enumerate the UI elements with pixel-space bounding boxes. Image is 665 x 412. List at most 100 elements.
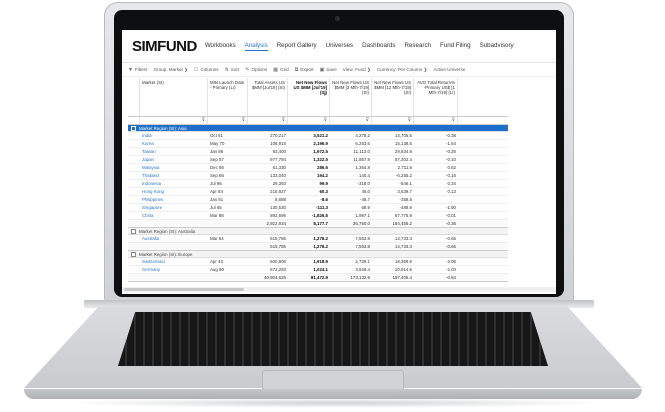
column-header[interactable]: AVG Total Return% -Primary US$ [1 Mth-7/… [414,78,458,116]
collapse-toggle-icon[interactable] [131,125,136,131]
table-cell: 892,696 [270,213,286,218]
toolbar-item[interactable]: ⧉ Export [295,67,314,73]
filter-icon[interactable]: ⊽ [242,117,245,123]
row-spacer [128,140,140,147]
toolbar-item-label: Group: Market ❯ [153,66,188,72]
table-cell: 61,330 [272,165,286,170]
column-header[interactable]: Market (SI) [140,78,208,116]
filter-icon[interactable]: ⊽ [324,117,327,123]
filter-icon[interactable]: ⊽ [282,117,285,123]
nav-item-fund-filing[interactable]: Fund Filing [440,42,471,51]
table-row[interactable]: Hong Kong Apr 84 216,927 60.3 46.0 3,639.7 0.1… [128,188,508,196]
toolbar-item[interactable]: ▦ Grid [273,67,288,73]
toolbar-item[interactable]: ▣ Save [320,67,337,73]
column-filter[interactable]: ⊽ [288,117,330,124]
nav-item-dashboards[interactable]: Dashboards [362,42,395,51]
table-cell: 93,400 [272,149,286,154]
table-cell: Sep 57 [210,157,224,162]
table-row[interactable]: Indonesia Jul 96 29,393 99.9 -318.0 -546.1 0.3… [128,180,508,188]
toolbar-item[interactable]: View: Fund ❯ [343,67,371,73]
table-row[interactable]: Taiwan Jan 86 93,400 1,972.5 11,113.0 29,834.… [128,148,508,156]
group-row[interactable]: Market Region (SI): Europe [128,251,508,258]
filter-icon[interactable]: ⊽ [202,117,205,123]
market-link[interactable]: China [140,212,208,219]
toolbar-item[interactable]: ✎ Options [245,67,267,73]
table-row[interactable]: Thailand Sep 86 133,040 194.2 140.4 -6,255.2 -… [128,172,508,180]
collapse-toggle-icon[interactable] [131,251,136,257]
market-link[interactable]: Indonesia [140,180,208,187]
nav-item-subadvisory[interactable]: Subadvisory [480,42,514,51]
nav-item-universes[interactable]: Universes [326,42,354,51]
toolbar-item[interactable]: Currency: Per Column ❯ [377,67,428,73]
collapse-toggle-icon[interactable] [131,228,136,234]
table-row[interactable]: Korea May 70 108,915 2,196.9 6,253.6 15,138.5… [128,140,508,148]
column-header[interactable]: Net New Flows US $MM [Jul'19] (SI) ▼ [288,78,330,116]
market-link[interactable]: India [140,132,208,139]
nav-item-analysis[interactable]: Analysis [244,42,268,51]
market-link[interactable]: Australia [140,235,208,242]
market-link[interactable]: Singapore [140,204,208,211]
table-cell: -6,255.2 [395,173,412,178]
market-link[interactable]: Taiwan [140,148,208,155]
filter-icon[interactable]: ⊽ [408,117,411,123]
table-row[interactable]: Germany Aug 80 672,293 1,024.1 3,926.4 10,614… [128,266,508,274]
table-cell: 14,705.5 [394,133,412,138]
toolbar-item[interactable]: ⇅ Sort [225,67,240,73]
table-row[interactable]: Philippines Jan 91 8,688 -8.6 -48.7 -358.5 [128,196,508,204]
group-label: Market Region (SI): Australia [139,228,196,234]
column-filter[interactable]: ⊽ [208,117,248,124]
column-filter[interactable]: ⊽ [372,117,414,124]
table-row[interactable]: Japan Sep 57 977,794 1,322.5 11,867.8 57,302.… [128,156,508,164]
screen-bezel: SIMFUND Workbooks Analysis Report Gallery U… [114,10,564,297]
table-cell: 11,113.0 [353,149,370,154]
scrollbar-thumb[interactable] [124,288,244,291]
subtotal-cell [208,274,248,281]
nav-item-workbooks[interactable]: Workbooks [205,42,236,51]
toolbar-item[interactable]: Group: Market ❯ [153,67,188,73]
column-filter[interactable]: ⊽ [140,117,208,124]
table-cell: -0.01 [445,213,456,218]
column-filter[interactable]: ⊽ [330,117,372,124]
market-link[interactable]: Japan [140,156,208,163]
column-filter[interactable]: ⊽ [414,117,458,124]
market-link[interactable]: Thailand [140,172,208,179]
toolbar-item[interactable]: Active Universe [433,67,465,72]
column-header-label: Net New Flows US $MM [12 Mth-7/19] (SI) [374,80,411,96]
market-link[interactable]: Hong Kong [140,188,208,195]
table-row[interactable]: Singapore Jul 65 130,530 -111.3 68.9 -488.9 -1… [128,204,508,212]
table-cell: 3,926.4 [355,267,370,272]
table-row[interactable]: India Oct 61 270,217 3,521.2 4,278.2 14,705.5… [128,132,508,140]
camera-icon [335,16,340,21]
table-cell: 10,614.6 [394,267,412,272]
table-row[interactable]: Australia Mar 64 515,786 1,278.2 7,553.8 14,7… [128,235,508,243]
app-logo[interactable]: SIMFUND [132,38,197,55]
table-cell: 1,972.5 [313,149,328,154]
filter-icon[interactable]: ⊽ [366,117,369,123]
market-link[interactable]: Philippines [140,196,208,203]
market-link[interactable]: Switzerland [140,258,208,265]
column-header[interactable]: Total Assets US $MM [Jul'19] (SI) [248,78,288,116]
subtotal-cell: -0.65 [445,244,456,249]
row-spacer [128,235,140,242]
toolbar-item[interactable]: ☐ Columns [194,67,219,73]
column-filter[interactable]: ⊽ [248,117,288,124]
group-row[interactable]: Market Region (SI): Australia [128,228,508,235]
table-cell: 216,927 [270,189,286,194]
market-link[interactable]: Korea [140,140,208,147]
table-row[interactable]: Malaysia Dec 86 61,330 286.6 1,364.8 2,711.6 0… [128,164,508,172]
filter-icon[interactable]: ▼ [323,92,327,97]
table-row[interactable]: China Mar 98 892,696 -1,826.5 1,997.1 67,776.… [128,212,508,220]
subtotal-row: 40,904,626 81,472.9 173,132.9 197,406.4 -0.8… [128,274,508,282]
market-link[interactable]: Malaysia [140,164,208,171]
toolbar-item[interactable]: ▼ Filters [128,67,147,73]
market-link[interactable]: Germany [140,266,208,273]
column-header[interactable]: MIN Launch Date - Primary (LI) [208,78,248,116]
table-row[interactable]: Switzerland Apr 43 600,906 1,918.9 2,729.1 18… [128,258,508,266]
column-header[interactable]: Net New Flows US $MM [3 Mth-7/19] (SI) [330,78,372,116]
horizontal-scrollbar[interactable] [122,287,556,292]
nav-item-report-gallery[interactable]: Report Gallery [277,42,317,51]
column-header[interactable]: Net New Flows US $MM [12 Mth-7/19] (SI) [372,78,414,116]
nav-item-research[interactable]: Research [405,42,431,51]
filter-icon[interactable]: ⊽ [452,117,455,123]
group-row[interactable]: Market Region (SI): Asia [128,125,508,132]
